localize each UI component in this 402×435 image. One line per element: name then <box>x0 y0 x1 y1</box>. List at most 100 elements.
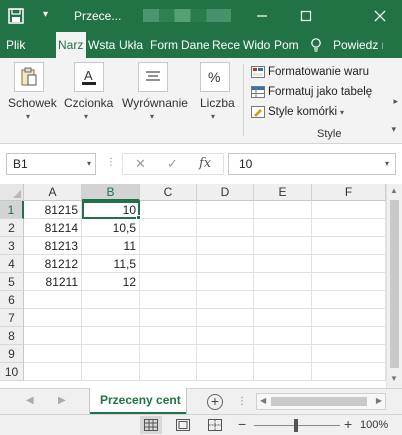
cell-a1[interactable]: 81215 <box>24 201 82 219</box>
cell-a5[interactable]: 81211 <box>24 273 82 291</box>
cell-c7[interactable] <box>140 309 197 327</box>
cell-a6[interactable] <box>24 291 82 309</box>
conditional-formatting-button[interactable]: Formatowanie waru <box>251 63 369 81</box>
cell-d10[interactable] <box>197 363 254 381</box>
cell-d6[interactable] <box>197 291 254 309</box>
chevron-down-icon[interactable]: ▾ <box>87 154 91 174</box>
scroll-thumb[interactable] <box>271 397 367 406</box>
cell-b9[interactable] <box>82 345 140 363</box>
cell-b7[interactable] <box>82 309 140 327</box>
cell-c5[interactable] <box>140 273 197 291</box>
next-sheet-icon[interactable]: ▶ <box>58 395 66 406</box>
tab-insert[interactable]: Wsta <box>88 32 116 58</box>
alignment-group[interactable]: Wyrównanie ▾ <box>120 60 188 140</box>
add-sheet-icon[interactable]: + <box>207 394 223 410</box>
restore-button[interactable] <box>286 0 326 32</box>
cell-a8[interactable] <box>24 327 82 345</box>
row-header-9[interactable]: 9 <box>0 345 24 363</box>
clipboard-group[interactable]: Schowek ▾ <box>6 60 57 140</box>
previous-sheet-icon[interactable]: ◀ <box>26 395 34 406</box>
column-header-b[interactable]: B <box>82 184 140 201</box>
tab-data[interactable]: Dane <box>181 32 209 58</box>
cell-a2[interactable]: 81214 <box>24 219 82 237</box>
zoom-level[interactable]: 100% <box>360 419 388 431</box>
cell-a4[interactable]: 81212 <box>24 255 82 273</box>
column-header-a[interactable]: A <box>24 184 82 201</box>
scroll-right-icon[interactable]: ▶ <box>376 396 382 405</box>
column-header-d[interactable]: D <box>197 184 254 201</box>
cell-b4[interactable]: 11,5 <box>82 255 140 273</box>
cancel-icon[interactable]: ✕ <box>135 154 146 174</box>
scroll-thumb[interactable] <box>390 200 399 368</box>
cell-e9[interactable] <box>254 345 312 363</box>
enter-icon[interactable]: ✓ <box>167 154 178 174</box>
cell-c1[interactable] <box>140 201 197 219</box>
format-as-table-button[interactable]: Formatuj jako tabelę <box>251 83 372 101</box>
zoom-out-button[interactable]: − <box>238 416 246 432</box>
cell-b5[interactable]: 12 <box>82 273 140 291</box>
save-icon[interactable] <box>8 8 24 24</box>
cell-d8[interactable] <box>197 327 254 345</box>
row-header-2[interactable]: 2 <box>0 219 24 237</box>
column-header-f[interactable]: F <box>312 184 386 201</box>
lightbulb-icon[interactable] <box>310 38 322 52</box>
tab-layout[interactable]: Ukła <box>119 32 147 58</box>
scroll-left-icon[interactable]: ◀ <box>260 396 266 405</box>
fill-handle[interactable] <box>136 215 141 220</box>
cell-f8[interactable] <box>312 327 386 345</box>
zoom-in-button[interactable]: + <box>344 416 352 432</box>
page-break-view-button[interactable] <box>204 416 226 434</box>
cell-c6[interactable] <box>140 291 197 309</box>
cell-e2[interactable] <box>254 219 312 237</box>
select-all-button[interactable] <box>0 184 24 201</box>
collapse-ribbon-icon[interactable]: ▾ <box>391 124 396 135</box>
row-header-5[interactable]: 5 <box>0 273 24 291</box>
cell-e10[interactable] <box>254 363 312 381</box>
tab-split-handle-icon[interactable]: ⋮ <box>237 396 247 407</box>
cell-b6[interactable] <box>82 291 140 309</box>
cell-b10[interactable] <box>82 363 140 381</box>
font-group[interactable]: A Czcionka ▾ <box>62 60 114 140</box>
cell-e7[interactable] <box>254 309 312 327</box>
cell-a3[interactable]: 81213 <box>24 237 82 255</box>
cell-f9[interactable] <box>312 345 386 363</box>
cell-e5[interactable] <box>254 273 312 291</box>
tell-me-search[interactable]: Powiedz m <box>333 32 383 58</box>
cell-b1[interactable]: 10 <box>82 201 140 219</box>
cell-c8[interactable] <box>140 327 197 345</box>
column-header-e[interactable]: E <box>254 184 312 201</box>
resize-handle-icon[interactable]: ⋮ <box>106 157 116 168</box>
cell-d3[interactable] <box>197 237 254 255</box>
cell-d9[interactable] <box>197 345 254 363</box>
column-header-c[interactable]: C <box>140 184 197 201</box>
tab-tools[interactable]: Narz <box>56 32 86 58</box>
ribbon-scroll-right-icon[interactable]: ▸ <box>393 96 398 107</box>
tab-help[interactable]: Pom <box>274 32 302 58</box>
cell-f5[interactable] <box>312 273 386 291</box>
normal-view-button[interactable] <box>140 416 162 434</box>
cell-c3[interactable] <box>140 237 197 255</box>
number-group[interactable]: % Liczba ▾ <box>194 60 238 140</box>
name-box[interactable]: B1 ▾ <box>6 153 96 175</box>
close-button[interactable] <box>360 0 400 32</box>
cell-d5[interactable] <box>197 273 254 291</box>
cell-f4[interactable] <box>312 255 386 273</box>
cell-a9[interactable] <box>24 345 82 363</box>
row-header-8[interactable]: 8 <box>0 327 24 345</box>
cell-f7[interactable] <box>312 309 386 327</box>
cell-c4[interactable] <box>140 255 197 273</box>
scroll-down-icon[interactable]: ▼ <box>390 374 398 383</box>
cell-f10[interactable] <box>312 363 386 381</box>
cell-d1[interactable] <box>197 201 254 219</box>
cell-f6[interactable] <box>312 291 386 309</box>
cell-e3[interactable] <box>254 237 312 255</box>
cell-e1[interactable] <box>254 201 312 219</box>
cell-b8[interactable] <box>82 327 140 345</box>
scroll-up-icon[interactable]: ▲ <box>390 186 398 195</box>
vertical-scrollbar[interactable]: ▲ ▼ <box>386 184 402 388</box>
cell-styles-button[interactable]: Style komórki ▾ <box>251 103 344 121</box>
row-header-3[interactable]: 3 <box>0 237 24 255</box>
quick-access-more-icon[interactable]: ▾ <box>43 9 48 20</box>
formula-input[interactable]: 10 ▾ <box>228 153 396 175</box>
cell-d2[interactable] <box>197 219 254 237</box>
